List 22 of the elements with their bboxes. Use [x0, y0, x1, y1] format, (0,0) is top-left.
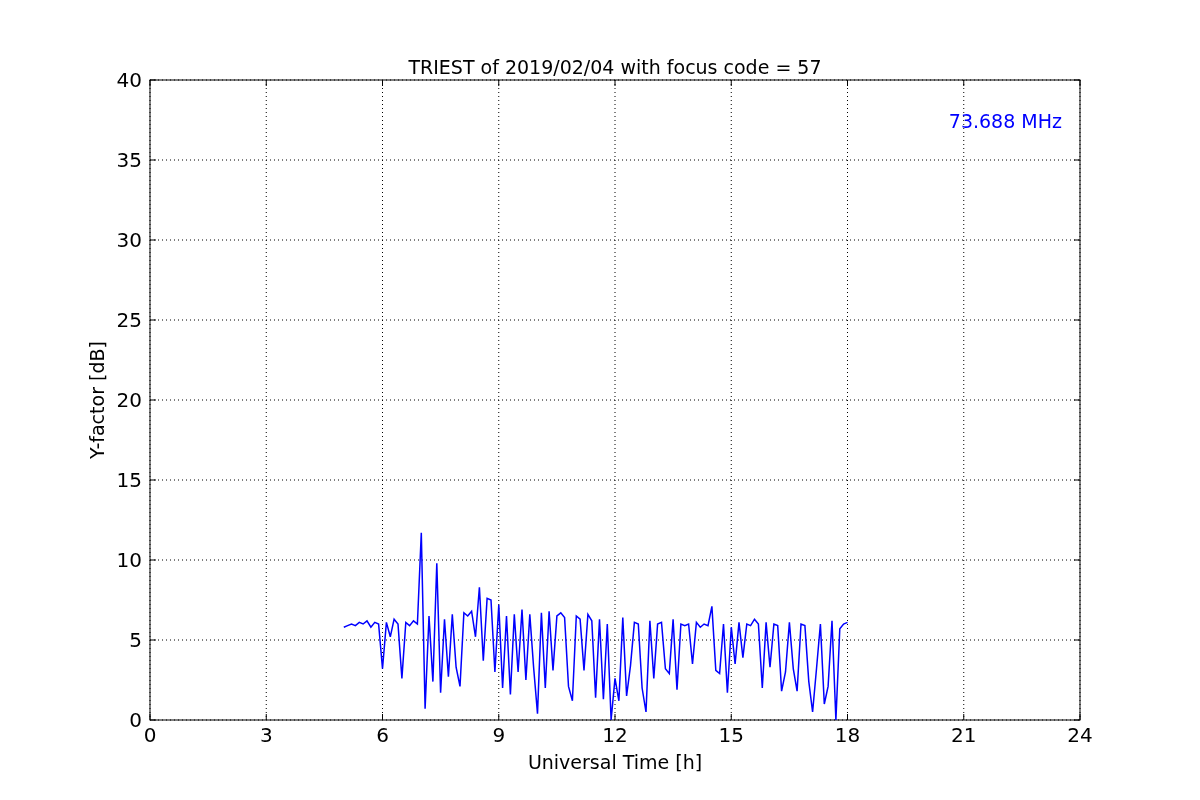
- y-tick-label: 35: [116, 148, 142, 172]
- y-tick-label: 0: [129, 708, 142, 732]
- x-tick-label: 3: [259, 723, 273, 747]
- x-tick-label: 18: [834, 723, 861, 747]
- x-tick-label: 0: [143, 723, 157, 747]
- y-tick-label: 40: [116, 68, 142, 92]
- y-tick-label: 20: [116, 388, 142, 412]
- x-tick-label: 12: [602, 723, 628, 747]
- y-tick-label: 10: [116, 548, 142, 572]
- x-tick-label: 6: [376, 723, 389, 747]
- y-tick-label: 15: [116, 468, 142, 492]
- x-tick-label: 9: [492, 723, 506, 747]
- chart-title: TRIEST of 2019/02/04 with focus code = 57: [408, 56, 822, 78]
- y-axis-label: Y-factor [dB]: [86, 341, 108, 459]
- x-tick-label: 21: [951, 723, 977, 747]
- series-label: 73.688 MHz: [948, 110, 1062, 132]
- x-tick-label: 24: [1067, 723, 1093, 747]
- y-tick-label: 5: [129, 628, 142, 652]
- y-tick-label: 25: [116, 308, 142, 332]
- x-axis-label: Universal Time [h]: [527, 751, 703, 773]
- y-tick-label: 30: [116, 228, 142, 252]
- x-tick-label: 15: [718, 723, 744, 747]
